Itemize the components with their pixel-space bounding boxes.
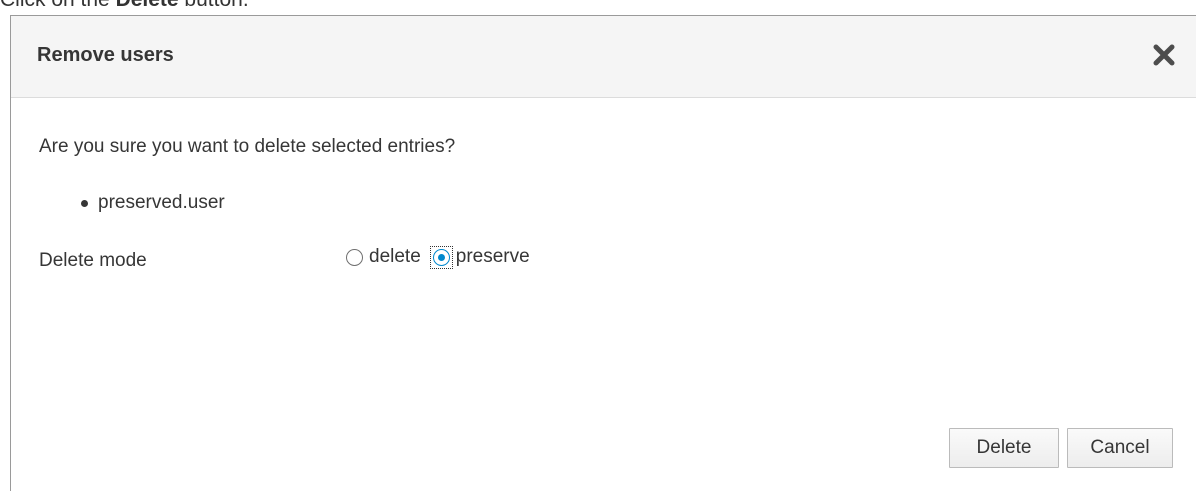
radio-delete-label: delete: [369, 246, 421, 267]
list-item: preserved.user: [81, 192, 225, 214]
delete-button[interactable]: Delete: [949, 428, 1059, 468]
radio-preserve[interactable]: [432, 248, 450, 266]
close-button[interactable]: [1148, 40, 1180, 72]
delete-mode-radio-group: delete preserve: [346, 245, 530, 269]
confirm-question: Are you sure you want to delete selected…: [39, 136, 456, 157]
delete-mode-label: Delete mode: [39, 250, 147, 271]
instruction-text: Click on the Delete button.: [0, 0, 249, 12]
dialog-header: Remove users: [11, 16, 1196, 98]
delete-mode-option-preserve[interactable]: preserve: [429, 245, 530, 269]
instruction-emphasis: Delete: [116, 0, 179, 11]
radio-delete[interactable]: [346, 248, 363, 266]
remove-users-dialog: Remove users Are you sure you want to de…: [10, 15, 1196, 491]
page: Click on the Delete button. Remove users…: [0, 0, 1196, 491]
instruction-suffix: button.: [179, 0, 248, 11]
cancel-button[interactable]: Cancel: [1067, 428, 1173, 468]
focus-ring: [429, 245, 453, 269]
entry-label: preserved.user: [98, 192, 225, 213]
radio-preserve-label: preserve: [455, 246, 530, 267]
bullet-icon: [81, 199, 88, 207]
delete-mode-option-delete[interactable]: delete: [346, 246, 431, 268]
dialog-body: Are you sure you want to delete selected…: [11, 98, 1196, 491]
dialog-title: Remove users: [37, 44, 174, 66]
instruction-prefix: Click on the: [0, 0, 116, 11]
close-icon: [1153, 44, 1175, 69]
entries-list: preserved.user: [81, 192, 225, 214]
